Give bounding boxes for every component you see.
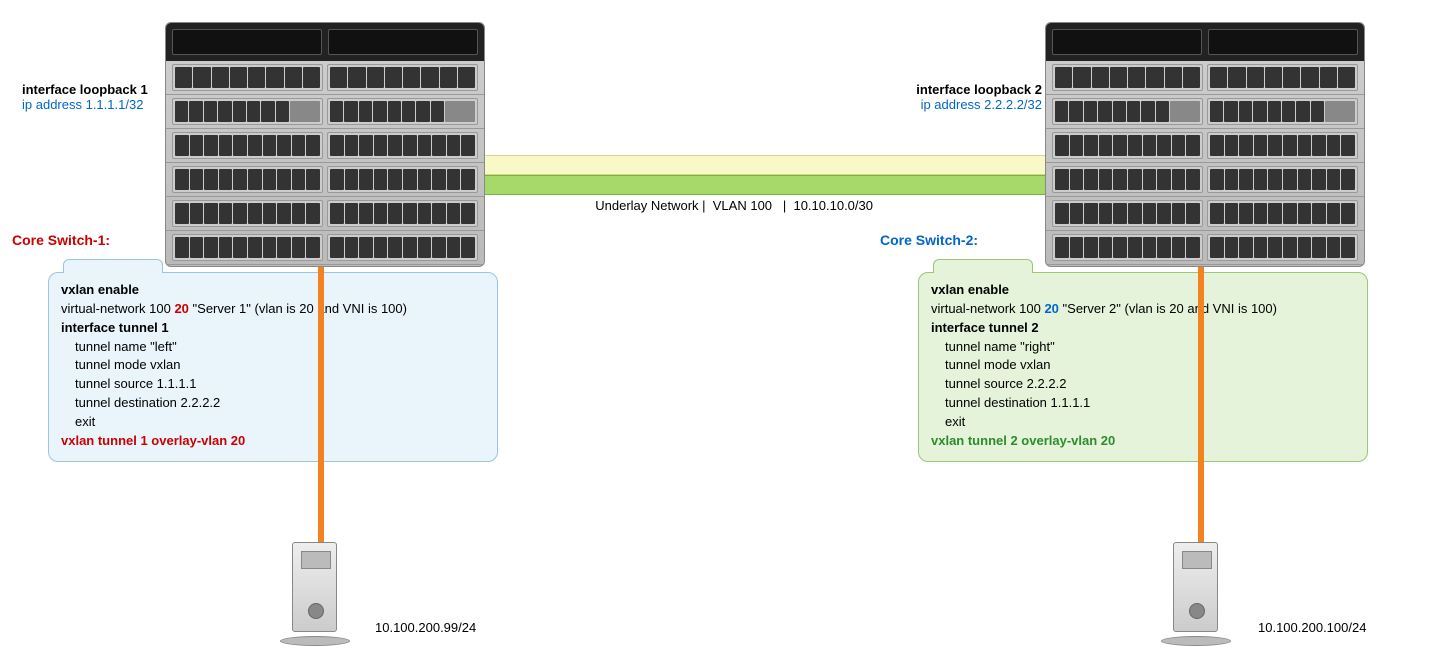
cfg2-tdst: tunnel destination 1.1.1.1 xyxy=(945,394,1355,413)
core-switch-2-label: Core Switch-2: xyxy=(880,232,978,248)
loopback-label-1: interface loopback 1 ip address 1.1.1.1/… xyxy=(22,82,148,112)
core-switch-1-label: Core Switch-1: xyxy=(12,232,110,248)
underlay-link-text: Underlay Network | VLAN 100 | 10.10.10.0… xyxy=(500,198,873,213)
connector-right xyxy=(1198,267,1204,547)
cfg1-overlay-cmd: vxlan tunnel 1 overlay-vlan 20 xyxy=(61,432,485,451)
loopback-2-iface: interface loopback 2 xyxy=(902,82,1042,97)
server-right-icon xyxy=(1153,542,1238,652)
cfg2-if-tunnel: interface tunnel 2 xyxy=(931,319,1355,338)
cfg1-if-tunnel: interface tunnel 1 xyxy=(61,319,485,338)
cfg1-exit: exit xyxy=(75,413,485,432)
server-left-icon xyxy=(272,542,357,652)
loopback-2-ip: ip address 2.2.2.2/32 xyxy=(902,97,1042,112)
switch-right-icon xyxy=(1045,22,1365,267)
cfg1-tdst: tunnel destination 2.2.2.2 xyxy=(75,394,485,413)
loopback-1-ip: ip address 1.1.1.1/32 xyxy=(22,97,148,112)
cfg1-tsrc: tunnel source 1.1.1.1 xyxy=(75,375,485,394)
cfg2-vxlan-enable: vxlan enable xyxy=(931,281,1355,300)
cfg2-tsrc: tunnel source 2.2.2.2 xyxy=(945,375,1355,394)
cfg1-vxlan-enable: vxlan enable xyxy=(61,281,485,300)
cfg2-exit: exit xyxy=(945,413,1355,432)
loopback-label-2: interface loopback 2 ip address 2.2.2.2/… xyxy=(902,82,1042,112)
switch-left-icon xyxy=(165,22,485,267)
config-box-2: vxlan enable virtual-network 100 20 "Ser… xyxy=(918,272,1368,462)
loopback-1-iface: interface loopback 1 xyxy=(22,82,148,97)
server-right-ip: 10.100.200.100/24 xyxy=(1258,620,1366,635)
overlay-link-bar: Overlay Network | VLAN 20 | 10.100.200.0… xyxy=(485,155,1045,175)
cfg2-vn-line: virtual-network 100 20 "Server 2" (vlan … xyxy=(931,300,1355,319)
underlay-link-bar: Underlay Network | VLAN 100 | 10.10.10.0… xyxy=(485,175,1045,195)
cfg1-vn-line: virtual-network 100 20 "Server 1" (vlan … xyxy=(61,300,485,319)
cfg2-tname: tunnel name "right" xyxy=(945,338,1355,357)
cfg2-overlay-cmd: vxlan tunnel 2 overlay-vlan 20 xyxy=(931,432,1355,451)
cfg2-tmode: tunnel mode vxlan xyxy=(945,356,1355,375)
cfg1-tname: tunnel name "left" xyxy=(75,338,485,357)
connector-left xyxy=(318,267,324,547)
cfg1-tmode: tunnel mode vxlan xyxy=(75,356,485,375)
server-left-ip: 10.100.200.99/24 xyxy=(375,620,476,635)
config-box-1: vxlan enable virtual-network 100 20 "Ser… xyxy=(48,272,498,462)
